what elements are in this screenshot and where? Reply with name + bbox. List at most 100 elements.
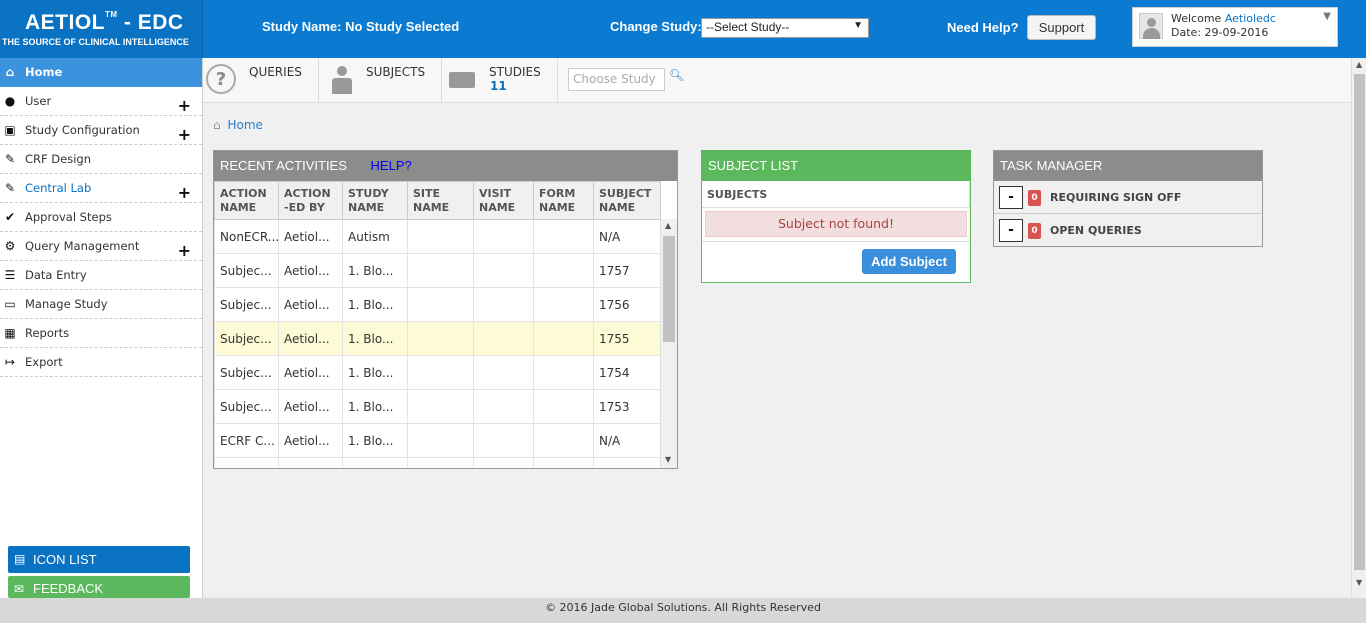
table-row[interactable]: Subjec... Aetiol... 1. Blo... 1755 [214, 321, 661, 356]
sidebar-item-data-entry[interactable]: ☰ Data Entry [0, 261, 202, 290]
scrollbar-thumb[interactable] [663, 236, 675, 342]
table-row[interactable]: Subjec... Aetiol... 1. Blo... 1756 [214, 287, 661, 322]
table-cell [533, 253, 594, 288]
studies-tab[interactable]: STUDIES 11 [442, 58, 558, 102]
subject-list-panel: SUBJECT LIST SUBJECTS Subject not found!… [701, 150, 971, 283]
icon-list-label: ICON LIST [33, 552, 97, 567]
table-cell [407, 355, 474, 390]
table-cell: Aetiol... [278, 423, 343, 458]
sidebar-item-user[interactable]: ● User + [0, 87, 202, 116]
table-row[interactable] [214, 457, 661, 468]
count-badge: 0 [1028, 190, 1041, 206]
scroll-up-icon[interactable]: ▲ [665, 221, 671, 230]
table-cell: N/A [593, 423, 661, 458]
sidebar-item-reports[interactable]: ▦ Reports [0, 319, 202, 348]
sidebar-item-label: CRF Design [25, 152, 91, 166]
sidebar-item-study-configuration[interactable]: ▣ Study Configuration + [0, 116, 202, 145]
breadcrumb-home[interactable]: Home [227, 118, 262, 132]
table-cell [407, 389, 474, 424]
sidebar-item-label: User [25, 94, 52, 108]
add-subject-button[interactable]: Add Subject [862, 249, 956, 274]
chevron-down-icon[interactable]: ▼ [1323, 11, 1331, 22]
user-name-link[interactable]: Aetioledc [1225, 12, 1276, 25]
table-cell: Aetiol... [278, 219, 343, 254]
task-row-requiring-sign-off[interactable]: - 0 REQUIRING SIGN OFF [994, 181, 1262, 214]
sidebar-item-central-lab[interactable]: ✎ Central Lab + [0, 174, 202, 203]
sidebar-item-label: Reports [25, 326, 70, 340]
table-cell: 1. Blo... [342, 355, 408, 390]
sidebar-item-crf-design[interactable]: ✎ CRF Design [0, 145, 202, 174]
question-icon: ? [206, 64, 236, 94]
user-icon: ● [4, 94, 16, 108]
column-header[interactable]: ACTION -ED BY [278, 181, 343, 220]
column-header[interactable]: STUDY NAME [342, 181, 408, 220]
table-row[interactable]: NonECR... Aetiol... Autism N/A [214, 219, 661, 254]
scroll-down-icon[interactable]: ▼ [1356, 578, 1362, 587]
study-select-dropdown[interactable]: --Select Study-- ▼ [701, 18, 869, 38]
feedback-button[interactable]: ✉ FEEDBACK [8, 576, 190, 598]
scrollbar-thumb[interactable] [1354, 74, 1365, 570]
column-header[interactable]: SUBJECT NAME [593, 181, 661, 220]
envelope-icon: ✉ [14, 582, 25, 596]
table-cell: Aetiol... [278, 389, 343, 424]
table-cell [473, 321, 534, 356]
queries-tab[interactable]: ? QUERIES [203, 58, 319, 102]
studies-label: STUDIES [489, 65, 541, 79]
table-cell: 1. Blo... [342, 389, 408, 424]
scroll-down-icon[interactable]: ▼ [665, 455, 671, 464]
sidebar-item-manage-study[interactable]: ▭ Manage Study [0, 290, 202, 319]
footer-copyright: © 2016 Jade Global Solutions. All Rights… [0, 598, 1366, 623]
studies-count: 11 [490, 79, 507, 93]
help-link[interactable]: HELP? [371, 158, 412, 173]
sidebar-item-label: Home [25, 65, 63, 79]
table-cell [533, 355, 594, 390]
recent-activities-header: RECENT ACTIVITIES HELP? [214, 151, 677, 181]
column-header[interactable]: ACTION NAME [214, 181, 279, 220]
sidebar-item-query-management[interactable]: ⚙ Query Management + [0, 232, 202, 261]
table-row[interactable]: Subjec... Aetiol... 1. Blo... 1753 [214, 389, 661, 424]
table-row[interactable]: Subjec... Aetiol... 1. Blo... 1754 [214, 355, 661, 390]
table-cell [533, 219, 594, 254]
table-cell: ECRF C... [214, 423, 279, 458]
sidebar-item-export[interactable]: ↦ Export [0, 348, 202, 377]
study-config-icon: ▣ [4, 123, 16, 137]
choose-study-input[interactable]: Choose Study [568, 68, 665, 91]
table-row[interactable]: Subjec... Aetiol... 1. Blo... 1757 [214, 253, 661, 288]
collapse-toggle-button[interactable]: - [999, 186, 1023, 209]
logo-title: AETIOLTM - EDC [25, 10, 184, 34]
count-badge: 0 [1028, 223, 1041, 239]
icon-list-button[interactable]: ▤ ICON LIST [8, 546, 190, 573]
table-cell: Aetiol... [278, 321, 343, 356]
app-header: AETIOLTM - EDC THE SOURCE OF CLINICAL IN… [0, 0, 1366, 58]
page-scrollbar[interactable]: ▲ ▼ [1351, 58, 1366, 598]
task-row-open-queries[interactable]: - 0 OPEN QUERIES [994, 214, 1262, 247]
sidebar-item-approval-steps[interactable]: ✔ Approval Steps [0, 203, 202, 232]
sidebar-item-home[interactable]: ⌂ Home [0, 58, 202, 87]
study-select-value: --Select Study-- [706, 20, 790, 34]
table-cell: Subjec... [214, 253, 279, 288]
scroll-up-icon[interactable]: ▲ [1356, 60, 1362, 69]
table-row[interactable]: ECRF C... Aetiol... 1. Blo... N/A [214, 423, 661, 458]
column-header[interactable]: FORM NAME [533, 181, 594, 220]
support-button[interactable]: Support [1027, 15, 1096, 40]
table-cell: 1757 [593, 253, 661, 288]
table-cell: 1756 [593, 287, 661, 322]
column-header[interactable]: VISIT NAME [473, 181, 534, 220]
table-cell: 1. Blo... [342, 321, 408, 356]
person-icon [332, 66, 352, 94]
app-logo[interactable]: AETIOLTM - EDC THE SOURCE OF CLINICAL IN… [0, 0, 203, 58]
sidebar-item-label: Export [25, 355, 63, 369]
search-icon[interactable]: 🔍︎ [669, 68, 684, 82]
sidebar-item-label: Data Entry [25, 268, 87, 282]
table-cell: Aetiol... [278, 287, 343, 322]
task-label: REQUIRING SIGN OFF [1050, 191, 1182, 204]
collapse-toggle-button[interactable]: - [999, 219, 1023, 242]
avatar [1139, 13, 1163, 39]
sidebar-item-label: Study Configuration [25, 123, 140, 137]
user-menu[interactable]: Welcome Aetioledc Date: 29-09-2016 ▼ [1132, 7, 1338, 47]
table-scrollbar[interactable]: ▲ ▼ [660, 219, 677, 468]
subjects-tab[interactable]: SUBJECTS [319, 58, 442, 102]
column-header[interactable]: SITE NAME [407, 181, 474, 220]
recent-activities-title: RECENT ACTIVITIES [220, 158, 347, 173]
dashboard-topnav: ? QUERIES SUBJECTS STUDIES 11 Choose Stu… [203, 58, 1351, 103]
